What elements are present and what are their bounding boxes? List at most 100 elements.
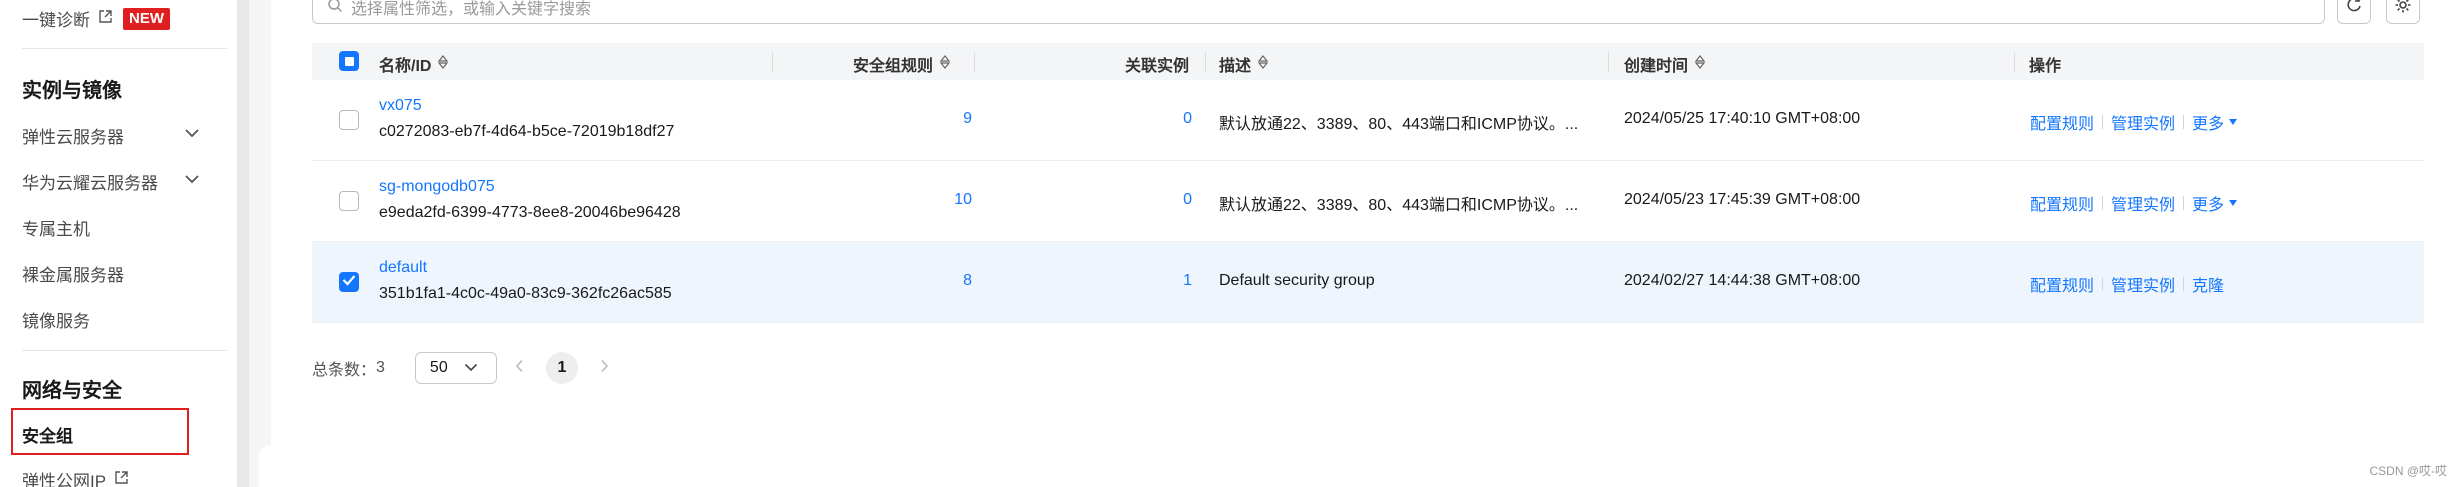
instance-count-link[interactable]: 1 (1092, 272, 1192, 290)
prev-page-button[interactable] (515, 359, 524, 378)
next-page-button[interactable] (600, 359, 609, 378)
refresh-button[interactable] (2337, 0, 2371, 24)
header-created[interactable]: 创建时间 (1624, 52, 1706, 76)
header-label: 描述 (1219, 58, 1252, 75)
rules-count-link[interactable]: 10 (872, 191, 972, 209)
sidebar-item-dedicated-host[interactable]: 专属主机 (22, 215, 90, 240)
gear-icon (2394, 0, 2412, 19)
header-label: 操作 (2029, 58, 2062, 75)
table-row[interactable]: default 351b1fa1-4c0c-49a0-83c9-362fc26a… (312, 242, 2424, 323)
select-all-checkbox[interactable] (339, 51, 359, 71)
action-separator (2102, 277, 2104, 291)
action-separator (2183, 115, 2185, 129)
sg-name-link[interactable]: sg-mongodb075 (379, 178, 495, 196)
header-desc[interactable]: 描述 (1219, 52, 1269, 76)
rules-count-link[interactable]: 9 (872, 110, 972, 128)
total-label: 总条数： (312, 362, 377, 379)
manage-instances-link[interactable]: 管理实例 (2111, 110, 2175, 134)
caret-down-icon[interactable] (2228, 113, 2238, 131)
pagination: 总条数： 3 50 1 (312, 351, 609, 385)
search-icon (327, 0, 343, 18)
page-number-current[interactable]: 1 (545, 352, 578, 384)
instance-count-link[interactable]: 0 (1092, 110, 1192, 128)
sidebar-section-instances: 实例与镜像 (22, 80, 122, 102)
sidebar-item-ecs[interactable]: 弹性云服务器 (22, 123, 124, 148)
layout-divider (249, 0, 259, 487)
row-checkbox[interactable] (339, 272, 359, 292)
sidebar-item-label: 华为云耀云服务器 (22, 174, 158, 193)
content-corner (259, 445, 271, 487)
sg-name-link[interactable]: vx075 (379, 97, 422, 115)
header-label: 名称/ID (379, 58, 432, 75)
chevron-down-icon[interactable] (182, 123, 202, 143)
sidebar-item-label: 安全组 (22, 427, 73, 446)
table-header: 名称/ID 安全组规则 关联实例 描述 创建时间 操作 (312, 43, 2424, 80)
sort-icon[interactable] (939, 54, 951, 74)
sidebar-item-bms[interactable]: 裸金属服务器 (22, 261, 124, 286)
manage-instances-link[interactable]: 管理实例 (2111, 191, 2175, 215)
configure-rules-link[interactable]: 配置规则 (2030, 110, 2094, 134)
column-separator (2014, 52, 2015, 72)
clone-link[interactable]: 克隆 (2192, 272, 2224, 296)
configure-rules-link[interactable]: 配置规则 (2030, 191, 2094, 215)
checkmark-icon (342, 273, 356, 291)
header-label: 关联实例 (1125, 58, 1190, 75)
sidebar-item-hecs[interactable]: 华为云耀云服务器 (22, 169, 158, 194)
more-dropdown[interactable]: 更多 (2192, 110, 2224, 134)
chevron-left-icon (515, 359, 524, 377)
page-size-value: 50 (429, 359, 448, 376)
action-separator (2102, 115, 2104, 129)
sort-icon[interactable] (437, 54, 449, 74)
rules-count-link[interactable]: 8 (872, 272, 972, 290)
sort-icon[interactable] (1257, 54, 1269, 74)
header-instances: 关联实例 (1125, 52, 1189, 76)
sidebar-item-ims[interactable]: 镜像服务 (22, 307, 90, 332)
sidebar-item-diagnosis[interactable]: 一键诊断 NEW (22, 6, 170, 31)
total-count: 3 (376, 359, 385, 376)
external-link-icon (114, 470, 129, 487)
caret-down-icon[interactable] (2228, 194, 2238, 212)
sidebar-item-eip[interactable]: 弹性公网IP (22, 467, 129, 487)
row-actions: 配置规则 管理实例 更多 (2030, 191, 2238, 215)
sg-name-link[interactable]: default (379, 259, 427, 277)
header-rules[interactable]: 安全组规则 (853, 52, 951, 76)
sidebar-divider (22, 350, 227, 351)
sg-description: Default security group (1219, 272, 1375, 289)
sg-description: 默认放通22、3389、80、443端口和ICMP协议。... (1219, 197, 1579, 214)
header-label: 安全组规则 (853, 58, 934, 75)
row-actions: 配置规则 管理实例 克隆 (2030, 272, 2224, 296)
chevron-right-icon (600, 359, 609, 377)
column-separator (1205, 52, 1206, 72)
sidebar-divider (22, 48, 227, 49)
header-label: 创建时间 (1624, 58, 1689, 75)
sidebar-item-label: 镜像服务 (22, 312, 90, 331)
configure-rules-link[interactable]: 配置规则 (2030, 272, 2094, 296)
row-checkbox[interactable] (339, 110, 359, 130)
table-row[interactable]: sg-mongodb075 e9eda2fd-6399-4773-8ee8-20… (312, 161, 2424, 242)
chevron-down-icon[interactable] (182, 169, 202, 189)
column-separator (1608, 52, 1609, 72)
search-placeholder: 选择属性筛选，或输入关键字搜索 (351, 1, 592, 18)
watermark: CSDN @哎-哎 (2369, 464, 2447, 478)
row-actions: 配置规则 管理实例 更多 (2030, 110, 2238, 134)
sg-id: e9eda2fd-6399-4773-8ee8-20046be96428 (379, 204, 681, 221)
search-input[interactable]: 选择属性筛选，或输入关键字搜索 (312, 0, 2325, 24)
sidebar-item-label: 裸金属服务器 (22, 266, 124, 285)
more-dropdown[interactable]: 更多 (2192, 191, 2224, 215)
content-edge (259, 0, 271, 487)
sg-id: 351b1fa1-4c0c-49a0-83c9-362fc26ac585 (379, 285, 672, 302)
sidebar-item-security-group[interactable]: 安全组 (11, 408, 189, 455)
created-time: 2024/05/23 17:45:39 GMT+08:00 (1624, 191, 1861, 208)
sg-description: 默认放通22、3389、80、443端口和ICMP协议。... (1219, 116, 1579, 133)
instance-count-link[interactable]: 0 (1092, 191, 1192, 209)
column-separator (772, 52, 773, 72)
page-size-select[interactable]: 50 (414, 352, 497, 384)
row-checkbox[interactable] (339, 191, 359, 211)
settings-button[interactable] (2386, 0, 2420, 24)
security-group-table: 名称/ID 安全组规则 关联实例 描述 创建时间 操作 vx075 c02720… (312, 43, 2424, 323)
sidebar-scrollbar[interactable] (237, 0, 249, 487)
manage-instances-link[interactable]: 管理实例 (2111, 272, 2175, 296)
sort-icon[interactable] (1694, 54, 1706, 74)
header-name[interactable]: 名称/ID (379, 52, 449, 76)
table-row[interactable]: vx075 c0272083-eb7f-4d64-b5ce-72019b18df… (312, 80, 2424, 161)
